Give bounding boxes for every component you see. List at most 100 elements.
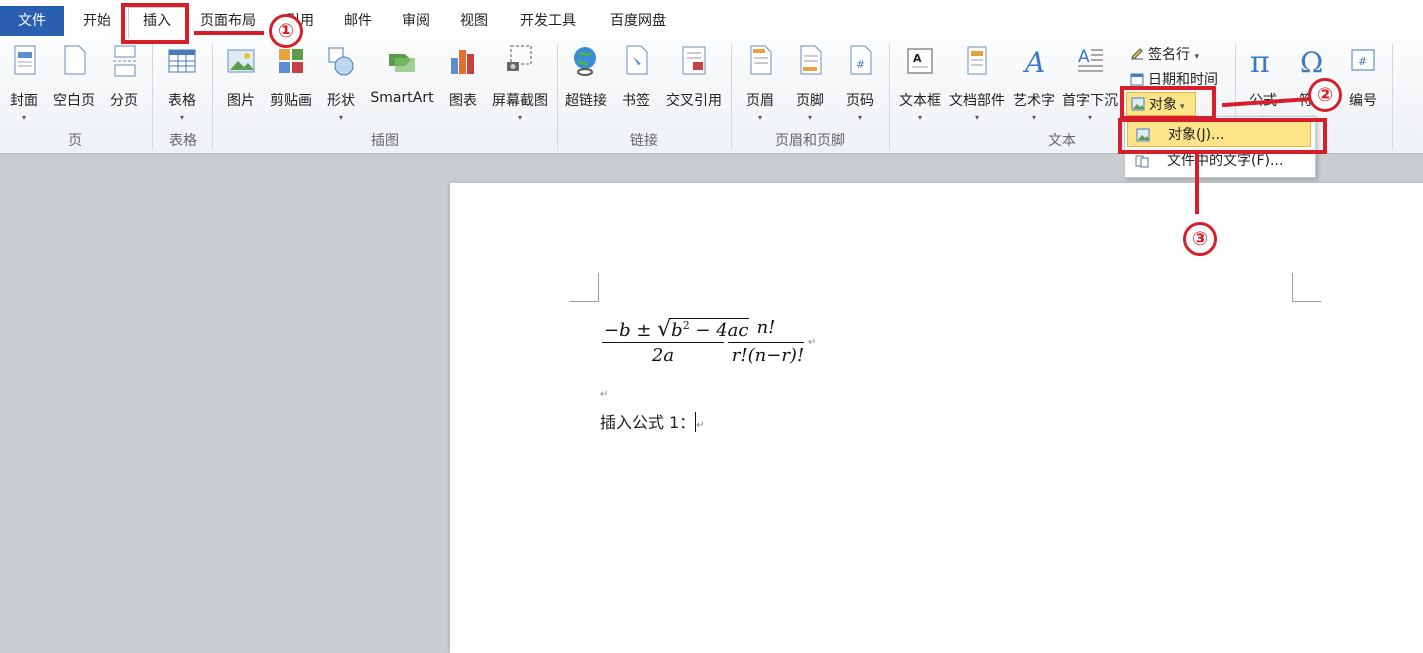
picture-icon bbox=[227, 49, 255, 73]
drop-cap-button[interactable]: A 首字下沉 ▾ bbox=[1060, 42, 1120, 122]
tab-developer[interactable]: 开发工具 bbox=[510, 8, 586, 34]
cover-page-icon bbox=[14, 45, 36, 75]
separator bbox=[1392, 44, 1393, 150]
footer-button[interactable]: 页脚 ▾ bbox=[790, 42, 830, 122]
svg-text:A: A bbox=[1022, 46, 1045, 78]
equation-button[interactable]: π 公式▾ bbox=[1240, 42, 1286, 122]
tab-baidu-netdisk[interactable]: 百度网盘 bbox=[600, 8, 676, 34]
page-break-button[interactable]: 分页 bbox=[104, 42, 144, 110]
text-file-icon bbox=[1135, 155, 1149, 168]
drop-cap-icon: A bbox=[1078, 47, 1103, 72]
annotation-connector bbox=[1195, 154, 1199, 214]
document-page[interactable]: −b ± √b2 − 4ac 2a n! r!(n−r)! ↵ ↵ 插入公式 1… bbox=[450, 183, 1423, 653]
shapes-icon bbox=[328, 47, 354, 76]
svg-text:Ω: Ω bbox=[1300, 46, 1323, 78]
picture-button[interactable]: 图片 bbox=[222, 42, 260, 110]
group-label-page: 页 bbox=[68, 133, 82, 149]
clipart-button[interactable]: 剪贴画 bbox=[266, 42, 316, 110]
bookmark-icon bbox=[626, 45, 648, 75]
blank-page-button[interactable]: 空白页 bbox=[48, 42, 100, 110]
table-button[interactable]: 表格 ▾ bbox=[160, 42, 204, 122]
tab-file[interactable]: 文件 bbox=[0, 6, 64, 36]
paragraph-mark: ↵ bbox=[808, 337, 817, 348]
chart-button[interactable]: 图表 bbox=[444, 42, 482, 110]
shapes-button[interactable]: 形状 ▾ bbox=[322, 42, 360, 122]
fraction-bar bbox=[602, 342, 724, 343]
quadratic-denominator: 2a bbox=[651, 345, 675, 366]
page-number-icon: # bbox=[850, 45, 872, 75]
tab-view[interactable]: 视图 bbox=[452, 8, 496, 34]
crop-mark-top-left bbox=[570, 273, 599, 302]
omega-icon: Ω bbox=[1300, 46, 1323, 78]
cross-reference-button[interactable]: 交叉引用 bbox=[662, 42, 726, 110]
cover-page-button[interactable]: 封面 ▾ bbox=[4, 42, 44, 122]
hyperlink-globe-icon bbox=[574, 47, 596, 76]
tab-home[interactable]: 开始 bbox=[74, 8, 120, 34]
blank-page-icon bbox=[64, 45, 86, 75]
quadratic-b: b bbox=[671, 320, 683, 341]
header-button[interactable]: 页眉 ▾ bbox=[740, 42, 780, 122]
header-icon bbox=[750, 45, 772, 75]
smartart-icon bbox=[389, 54, 415, 72]
dropdown-arrow-icon: ▾ bbox=[179, 113, 184, 122]
dropdown-arrow-icon: ▾ bbox=[857, 113, 862, 122]
tab-mailings[interactable]: 邮件 bbox=[336, 8, 380, 34]
dropdown-arrow-icon: ▾ bbox=[917, 113, 922, 122]
textbox-button[interactable]: A 文本框 ▾ bbox=[896, 42, 944, 122]
calendar-icon bbox=[1130, 73, 1144, 86]
table-icon bbox=[168, 49, 196, 73]
page-break-icon bbox=[113, 45, 137, 77]
separator bbox=[152, 44, 153, 150]
bookmark-button[interactable]: 书签 bbox=[616, 42, 656, 110]
number-icon: # bbox=[1351, 49, 1375, 71]
equation-combination[interactable]: n! r!(n−r)! bbox=[728, 315, 808, 371]
dropdown-arrow-icon: ▾ bbox=[974, 113, 979, 122]
textbox-icon: A bbox=[907, 48, 933, 74]
crop-mark-top-right bbox=[1292, 273, 1321, 302]
annotation-box-object-menu-item bbox=[1118, 118, 1327, 154]
equation-quadratic[interactable]: −b ± √b2 − 4ac 2a bbox=[602, 315, 749, 371]
signature-line-button[interactable]: 签名行 ▾ bbox=[1130, 44, 1199, 64]
svg-text:A: A bbox=[913, 52, 922, 65]
cross-reference-icon bbox=[682, 46, 706, 75]
dropdown-arrow-icon: ▾ bbox=[757, 113, 762, 122]
separator bbox=[212, 44, 213, 150]
numbering-button[interactable]: # 编号 bbox=[1340, 42, 1386, 110]
group-label-illustrations: 插图 bbox=[371, 133, 399, 149]
dropdown-arrow-icon: ▾ bbox=[1194, 52, 1199, 62]
annotation-number-2: ② bbox=[1308, 78, 1342, 112]
signature-icon bbox=[1131, 48, 1143, 60]
page-number-button[interactable]: # 页码 ▾ bbox=[840, 42, 880, 122]
svg-text:#: # bbox=[856, 58, 865, 71]
group-label-links: 链接 bbox=[630, 133, 658, 149]
svg-text:#: # bbox=[1358, 55, 1367, 68]
hyperlink-button[interactable]: 超链接 bbox=[562, 42, 610, 110]
dropdown-arrow-icon: ▾ bbox=[1031, 113, 1036, 122]
smartart-button[interactable]: SmartArt bbox=[366, 42, 438, 106]
combination-denominator: r!(n−r)! bbox=[731, 345, 805, 366]
dropdown-arrow-icon: ▾ bbox=[807, 113, 812, 122]
document-text-line: 插入公式 1：↵ bbox=[600, 412, 705, 432]
quadratic-numerator-prefix: −b ± bbox=[604, 320, 658, 341]
annotation-underline bbox=[194, 31, 264, 35]
dropdown-arrow-icon: ▾ bbox=[517, 113, 522, 122]
group-label-header-footer: 页眉和页脚 bbox=[775, 133, 845, 149]
screenshot-button[interactable]: 屏幕截图 ▾ bbox=[488, 42, 552, 122]
screenshot-icon bbox=[507, 45, 532, 71]
quick-parts-button[interactable]: 文档部件 ▾ bbox=[946, 42, 1008, 122]
clipart-icon bbox=[279, 49, 303, 73]
annotation-box-object-button bbox=[1120, 86, 1216, 120]
tab-review[interactable]: 审阅 bbox=[394, 8, 438, 34]
paragraph-mark: ↵ bbox=[600, 389, 609, 400]
chart-icon bbox=[451, 50, 474, 74]
combination-numerator: n! bbox=[756, 317, 776, 338]
group-label-table: 表格 bbox=[169, 133, 197, 149]
annotation-number-3: ③ bbox=[1183, 222, 1217, 256]
fraction-bar bbox=[728, 342, 804, 343]
paragraph-mark: ↵ bbox=[696, 420, 705, 431]
dropdown-arrow-icon: ▾ bbox=[1087, 113, 1092, 122]
svg-text:A: A bbox=[1078, 47, 1090, 67]
svg-text:π: π bbox=[1250, 45, 1270, 78]
wordart-icon: A bbox=[1022, 46, 1045, 78]
wordart-button[interactable]: A 艺术字 ▾ bbox=[1010, 42, 1058, 122]
